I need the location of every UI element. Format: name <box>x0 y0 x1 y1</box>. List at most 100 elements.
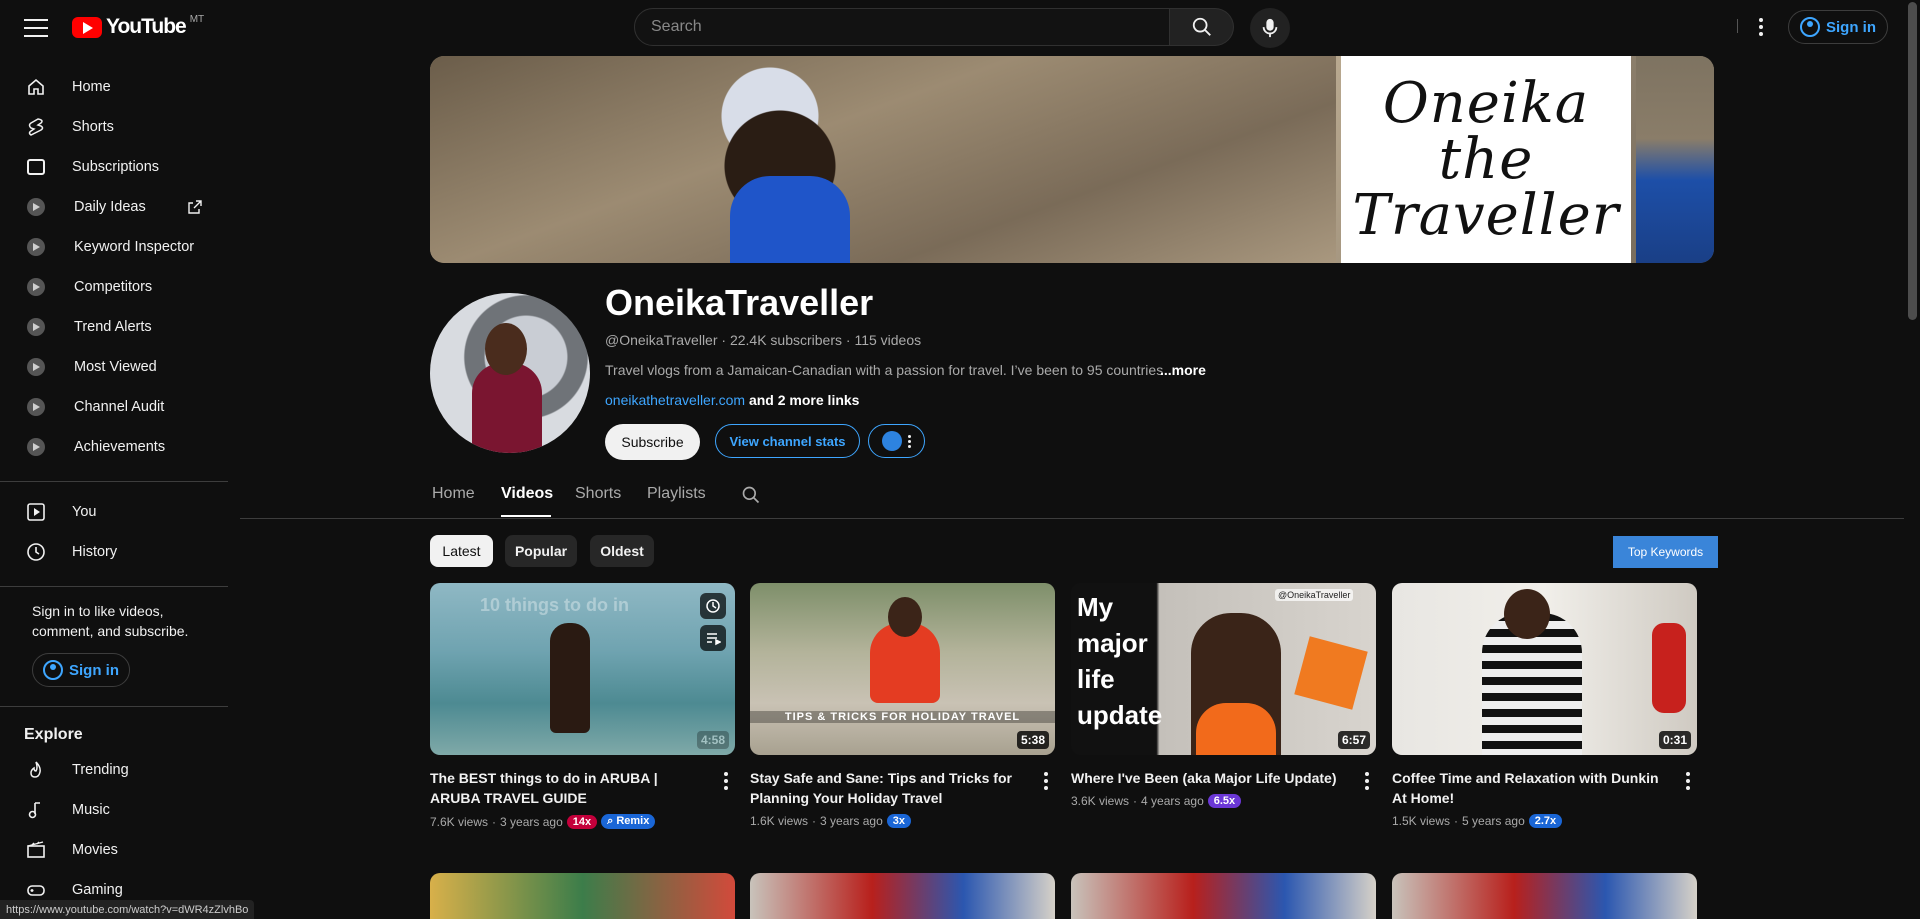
sidebar-divider <box>0 586 228 587</box>
video-age: 5 years ago <box>1462 814 1525 828</box>
sign-in-button[interactable]: Sign in <box>1788 10 1888 44</box>
video-views: 1.5K views <box>1392 814 1451 828</box>
sidebar-item-label: Trend Alerts <box>74 319 152 335</box>
sidebar-item-label: Gaming <box>72 882 123 898</box>
sidebar-item-competitors[interactable]: Competitors <box>0 267 228 307</box>
sidebar-item-you[interactable]: You <box>0 492 228 532</box>
thumbnail-person-head <box>888 597 922 637</box>
sidebar-item-movies[interactable]: Movies <box>0 830 228 870</box>
sidebar-sign-in-button[interactable]: Sign in <box>32 653 130 687</box>
scrollbar-thumb[interactable] <box>1908 2 1917 320</box>
video-more-icon[interactable] <box>1038 772 1054 792</box>
extension-icon <box>26 437 46 457</box>
meta-separator: · <box>812 814 817 828</box>
search-input[interactable] <box>635 9 1169 45</box>
channel-name: OneikaTraveller <box>605 282 874 323</box>
header-divider <box>1737 19 1738 33</box>
thumbnail-pillow <box>1294 636 1368 710</box>
video-thumbnail[interactable]: TIPS & TRICKS FOR HOLIDAY TRAVEL 5:38 <box>750 583 1055 755</box>
gaming-icon <box>26 880 46 900</box>
sidebar-item-label: You <box>72 504 97 520</box>
video-thumbnail[interactable] <box>1392 873 1697 919</box>
meta-separator: · <box>492 814 497 829</box>
video-duration: 6:57 <box>1337 731 1370 749</box>
sidebar-item-most-viewed[interactable]: Most Viewed <box>0 347 228 387</box>
video-title[interactable]: Coffee Time and Relaxation with Dunkin A… <box>1392 768 1662 808</box>
sidebar-item-history[interactable]: History <box>0 532 228 572</box>
tab-videos[interactable]: Videos <box>501 485 553 503</box>
banner-photo <box>430 56 1336 263</box>
sidebar-item-label: Competitors <box>74 279 153 295</box>
video-title[interactable]: The BEST things to do in ARUBA | ARUBA T… <box>430 768 700 808</box>
channel-website-link[interactable]: oneikathetraveller.com <box>605 392 745 408</box>
tab-home[interactable]: Home <box>432 485 475 503</box>
remix-badge[interactable]: ⌕ Remix <box>601 814 656 829</box>
settings-more-icon[interactable] <box>1750 15 1772 39</box>
tab-playlists[interactable]: Playlists <box>647 485 706 503</box>
thumbnail-person <box>550 623 590 733</box>
subscriptions-icon <box>26 157 46 177</box>
sidebar-item-channel-audit[interactable]: Channel Audit <box>0 387 228 427</box>
view-channel-stats-button[interactable]: View channel stats <box>715 424 860 458</box>
sidebar-item-daily-ideas[interactable]: Daily Ideas <box>0 187 228 227</box>
subscribe-button[interactable]: Subscribe <box>605 424 700 460</box>
video-thumbnail[interactable]: 0:31 <box>1392 583 1697 755</box>
sign-in-label: Sign in <box>69 661 119 679</box>
add-to-queue-icon[interactable] <box>700 625 726 651</box>
extension-icon <box>26 317 46 337</box>
thumbnail-flowers <box>1652 623 1686 713</box>
chip-oldest[interactable]: Oldest <box>590 535 654 567</box>
you-icon <box>26 502 46 522</box>
channel-links: oneikathetraveller.com and 2 more links <box>605 392 859 408</box>
more-links-button[interactable]: and 2 more links <box>749 392 859 408</box>
chip-latest[interactable]: Latest <box>430 535 493 567</box>
video-duration: 4:58 <box>696 731 729 749</box>
sidebar-item-achievements[interactable]: Achievements <box>0 427 228 467</box>
sidebar-item-trending[interactable]: Trending <box>0 750 228 790</box>
video-thumbnail[interactable] <box>430 873 735 919</box>
youtube-logo[interactable]: YouTube MT <box>72 13 205 38</box>
signin-prompt: Sign in to like videos, comment, and sub… <box>32 603 189 639</box>
sidebar-item-home[interactable]: Home <box>0 67 228 107</box>
menu-icon[interactable] <box>20 13 52 41</box>
video-thumbnail[interactable] <box>750 873 1055 919</box>
top-keywords-button[interactable]: Top Keywords <box>1613 536 1718 568</box>
video-more-icon[interactable] <box>718 772 734 792</box>
chip-popular[interactable]: Popular <box>505 535 577 567</box>
extension-icon <box>26 277 46 297</box>
video-age: 3 years ago <box>500 814 563 829</box>
channel-search-icon[interactable] <box>741 485 761 505</box>
banner-lake-photo <box>1636 56 1714 263</box>
tab-shorts[interactable]: Shorts <box>575 485 621 503</box>
explore-heading: Explore <box>24 726 83 743</box>
watch-later-icon[interactable] <box>700 593 726 619</box>
sidebar-item-label: Daily Ideas <box>74 199 146 215</box>
tabs-divider <box>240 518 1904 519</box>
video-thumbnail[interactable] <box>1071 873 1376 919</box>
sidebar-item-subscriptions[interactable]: Subscriptions <box>0 147 228 187</box>
video-title[interactable]: Stay Safe and Sane: Tips and Tricks for … <box>750 768 1020 808</box>
extension-menu-button[interactable] <box>868 424 925 458</box>
sidebar-item-label: Most Viewed <box>74 359 157 375</box>
description-more-link[interactable]: ...more <box>1160 362 1206 378</box>
video-age: 3 years ago <box>820 814 883 828</box>
search-button[interactable] <box>1170 8 1234 46</box>
sidebar-item-label: Shorts <box>72 119 114 135</box>
thumbnail-handle: @OneikaTraveller <box>1275 589 1354 601</box>
sidebar-item-keyword-inspector[interactable]: Keyword Inspector <box>0 227 228 267</box>
video-more-icon[interactable] <box>1359 772 1375 792</box>
sidebar-item-shorts[interactable]: Shorts <box>0 107 228 147</box>
video-thumbnail[interactable]: My major life update @OneikaTraveller 6:… <box>1071 583 1376 755</box>
search-box[interactable] <box>634 8 1170 46</box>
extension-icon <box>26 197 46 217</box>
sidebar-item-music[interactable]: Music <box>0 790 228 830</box>
voice-search-button[interactable] <box>1250 8 1290 48</box>
music-icon <box>26 800 46 820</box>
video-more-icon[interactable] <box>1680 772 1696 792</box>
video-age: 4 years ago <box>1141 794 1204 808</box>
video-title[interactable]: Where I've Been (aka Major Life Update) <box>1071 768 1341 788</box>
sidebar-item-trend-alerts[interactable]: Trend Alerts <box>0 307 228 347</box>
country-code: MT <box>189 13 205 25</box>
external-link-icon <box>188 200 202 214</box>
video-thumbnail[interactable]: 10 things to do in 4:58 <box>430 583 735 755</box>
